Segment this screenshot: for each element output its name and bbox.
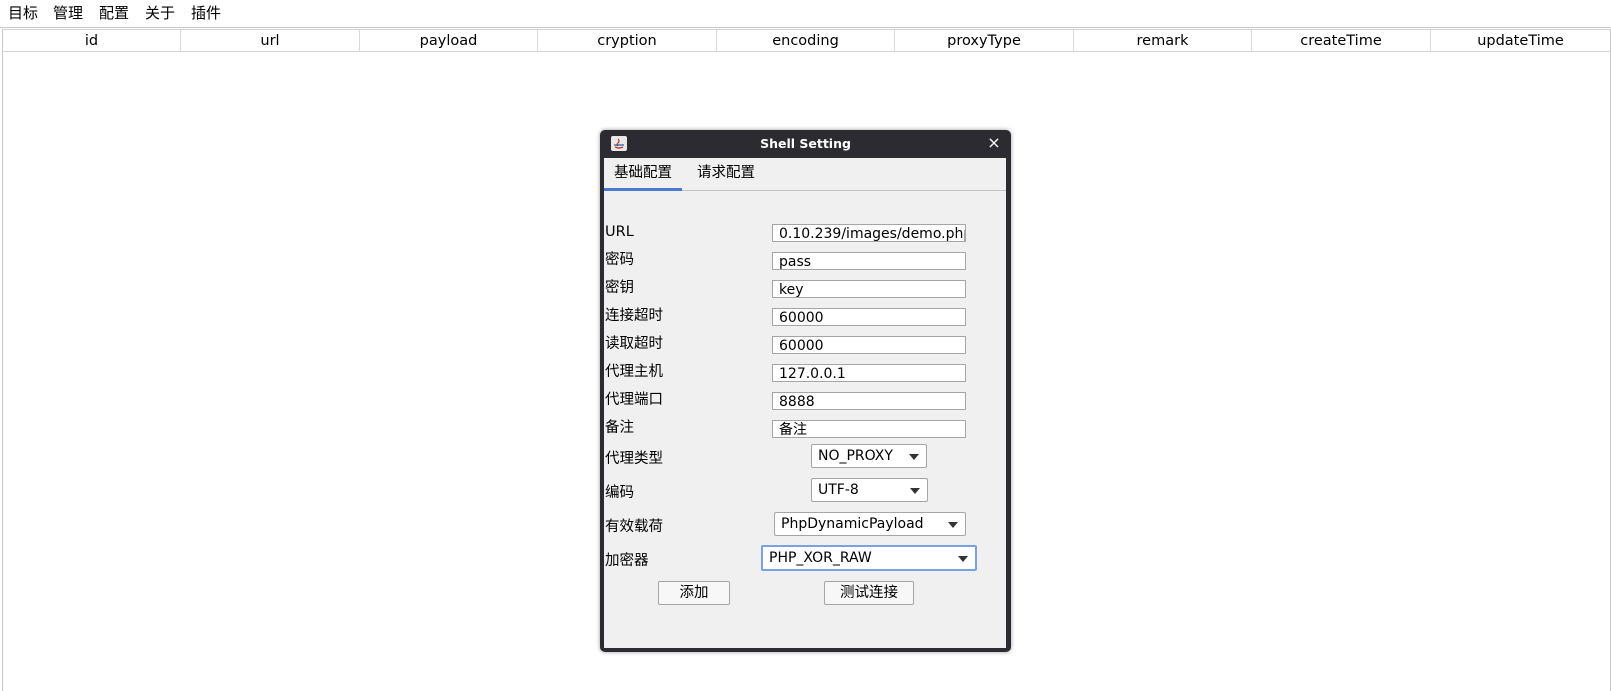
column-header-id[interactable]: id bbox=[3, 30, 181, 52]
encoding-select[interactable]: UTF-8 bbox=[811, 478, 928, 502]
column-header-url[interactable]: url bbox=[181, 30, 360, 52]
remark-field[interactable]: 备注 bbox=[772, 420, 966, 438]
encoding-label: 编码 bbox=[605, 485, 634, 501]
column-header-createtime[interactable]: createTime bbox=[1252, 30, 1431, 52]
tab-request-config[interactable]: 请求配置 bbox=[687, 158, 765, 188]
password-field[interactable]: pass bbox=[772, 252, 966, 270]
connect-timeout-label: 连接超时 bbox=[605, 308, 663, 324]
menu-target[interactable]: 目标 bbox=[8, 4, 38, 22]
read-timeout-field[interactable]: 60000 bbox=[772, 336, 966, 354]
close-icon[interactable]: × bbox=[987, 134, 1001, 152]
menu-config[interactable]: 配置 bbox=[99, 4, 129, 22]
remark-label: 备注 bbox=[605, 420, 634, 436]
proxy-host-label: 代理主机 bbox=[605, 364, 663, 380]
key-label: 密钥 bbox=[605, 280, 634, 296]
chevron-down-icon bbox=[910, 488, 920, 494]
column-header-encoding[interactable]: encoding bbox=[717, 30, 895, 52]
chevron-down-icon bbox=[909, 454, 919, 460]
tab-bar: 基础配置 请求配置 bbox=[604, 158, 1006, 191]
cryption-select[interactable]: PHP_XOR_RAW bbox=[761, 545, 977, 571]
proxy-port-label: 代理端口 bbox=[605, 392, 663, 408]
shell-setting-dialog: Shell Setting × 基础配置 请求配置 URL 0.10.239/i… bbox=[600, 130, 1011, 652]
payload-value: PhpDynamicPayload bbox=[781, 516, 924, 532]
menu-divider bbox=[0, 27, 1611, 28]
column-header-updatetime[interactable]: updateTime bbox=[1431, 30, 1610, 52]
password-label: 密码 bbox=[605, 252, 634, 268]
proxy-type-select[interactable]: NO_PROXY bbox=[811, 444, 927, 468]
proxy-type-label: 代理类型 bbox=[605, 451, 663, 467]
proxy-host-field[interactable]: 127.0.0.1 bbox=[772, 364, 966, 382]
chevron-down-icon bbox=[958, 556, 968, 562]
proxy-type-value: NO_PROXY bbox=[818, 448, 893, 464]
dialog-body: 基础配置 请求配置 URL 0.10.239/images/demo.php 密… bbox=[604, 158, 1006, 648]
menu-plugins[interactable]: 插件 bbox=[191, 4, 221, 22]
cryption-label: 加密器 bbox=[605, 553, 649, 569]
column-header-remark[interactable]: remark bbox=[1074, 30, 1252, 52]
payload-select[interactable]: PhpDynamicPayload bbox=[774, 512, 966, 536]
test-connection-button[interactable]: 测试连接 bbox=[824, 581, 914, 605]
column-header-cryption[interactable]: cryption bbox=[538, 30, 717, 52]
url-field[interactable]: 0.10.239/images/demo.php bbox=[772, 224, 966, 242]
chevron-down-icon bbox=[948, 522, 958, 528]
read-timeout-label: 读取超时 bbox=[605, 336, 663, 352]
column-header-proxytype[interactable]: proxyType bbox=[895, 30, 1074, 52]
dialog-title: Shell Setting bbox=[760, 136, 851, 151]
connect-timeout-field[interactable]: 60000 bbox=[772, 308, 966, 326]
url-label: URL bbox=[605, 224, 634, 240]
menu-about[interactable]: 关于 bbox=[145, 4, 175, 22]
menu-bar: 目标 管理 配置 关于 插件 bbox=[0, 0, 1611, 27]
cryption-value: PHP_XOR_RAW bbox=[769, 550, 872, 566]
encoding-value: UTF-8 bbox=[818, 482, 859, 498]
menu-manage[interactable]: 管理 bbox=[53, 4, 83, 22]
table-header: id url payload cryption encoding proxyTy… bbox=[3, 29, 1610, 52]
payload-label: 有效载荷 bbox=[605, 519, 663, 535]
column-header-payload[interactable]: payload bbox=[360, 30, 538, 52]
proxy-port-field[interactable]: 8888 bbox=[772, 392, 966, 410]
add-button[interactable]: 添加 bbox=[658, 581, 730, 605]
key-field[interactable]: key bbox=[772, 280, 966, 298]
dialog-titlebar[interactable]: Shell Setting × bbox=[600, 130, 1011, 158]
tab-basic-config[interactable]: 基础配置 bbox=[604, 158, 682, 191]
